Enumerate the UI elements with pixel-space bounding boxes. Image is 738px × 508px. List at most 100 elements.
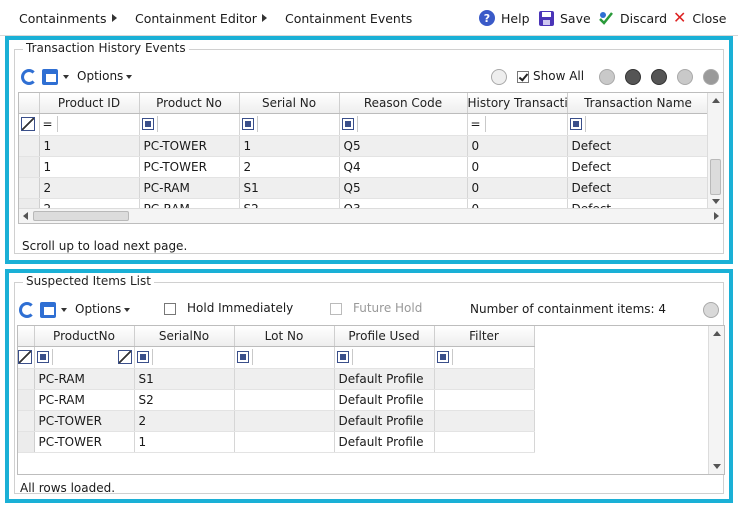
refresh-icon[interactable] [21, 69, 37, 85]
refresh-icon[interactable] [19, 302, 35, 318]
table-row[interactable]: PC-TOWER 1 Default Profile [18, 431, 535, 453]
scroll-left-icon[interactable] [23, 212, 28, 220]
row-selector[interactable] [18, 368, 35, 390]
cell: Defect [567, 135, 710, 157]
row-selector[interactable] [19, 156, 40, 178]
filter-operator-icon[interactable] [241, 118, 254, 130]
scroll-down-icon[interactable] [712, 199, 720, 204]
close-icon: ✕ [673, 8, 687, 27]
discard-icon [598, 10, 614, 26]
table-row[interactable]: PC-TOWER 2 Default Profile [18, 410, 535, 432]
suspected-options-menu[interactable]: Options [75, 302, 130, 316]
grid-settings-dropdown-icon[interactable] [61, 308, 67, 312]
filter-operator-icon[interactable] [136, 351, 149, 363]
vertical-scroll-thumb[interactable] [710, 159, 721, 195]
col-transaction-name[interactable]: Transaction Name [567, 93, 710, 114]
filter-input-product-id[interactable] [56, 116, 58, 132]
col-lot-no[interactable]: Lot No [234, 326, 335, 347]
horizontal-scroll-thumb[interactable] [33, 211, 129, 221]
transaction-horizontal-scrollbar[interactable] [19, 208, 723, 223]
save-button[interactable]: Save [539, 9, 591, 27]
table-row[interactable]: 1 PC-TOWER 1 Q5 0 Defect [19, 135, 710, 157]
col-reason-code[interactable]: Reason Code [339, 93, 468, 114]
clear-filter-icon[interactable] [21, 117, 35, 132]
row-selector[interactable] [18, 410, 35, 432]
col-product-no[interactable]: Product No [139, 93, 240, 114]
cell [234, 431, 335, 453]
row-selector[interactable] [19, 135, 40, 157]
close-button[interactable]: ✕ Close [673, 9, 726, 27]
col-productno[interactable]: ProductNo [34, 326, 135, 347]
scroll-down-icon[interactable] [713, 464, 721, 469]
clear-filter-icon[interactable] [18, 350, 32, 365]
col-history-transaction[interactable]: History Transactio [467, 93, 568, 114]
cell: PC-TOWER [139, 156, 240, 178]
cell [234, 410, 335, 432]
col-product-id[interactable]: Product ID [39, 93, 140, 114]
cell [434, 410, 535, 432]
cell [234, 389, 335, 411]
breadcrumb-containment-editor[interactable]: Containment Editor [135, 11, 257, 26]
column-chooser-icon[interactable] [491, 69, 507, 85]
filter-operator-icon[interactable] [236, 351, 249, 363]
hold-immediately-checkbox[interactable] [164, 303, 176, 315]
table-row[interactable]: PC-RAM S2 Default Profile [18, 389, 535, 411]
filter-input-lot-no[interactable] [251, 349, 253, 365]
copy-icon[interactable] [651, 69, 667, 85]
filter-operator-icon[interactable] [141, 118, 154, 130]
show-all-checkbox[interactable] [517, 71, 529, 83]
suspected-items-grid: ProductNo SerialNo Lot No Profile Used F… [17, 325, 725, 475]
row-selector[interactable] [18, 389, 35, 411]
help-button[interactable]: ? Help [479, 9, 530, 27]
table-row[interactable]: 2 PC-RAM S1 Q5 0 Defect [19, 177, 710, 199]
filter-input-profile-used[interactable] [351, 349, 353, 365]
cell: 0 [467, 177, 568, 199]
save-icon [539, 10, 554, 26]
suspected-vertical-scrollbar[interactable] [708, 326, 724, 474]
scroll-up-icon[interactable] [712, 98, 720, 103]
col-serialno[interactable]: SerialNo [134, 326, 235, 347]
filter-operator-icon[interactable] [569, 118, 582, 130]
filter-operator-icon[interactable] [341, 118, 354, 130]
filter-operator[interactable]: = [470, 117, 482, 131]
cell: PC-TOWER [139, 135, 240, 157]
grid-settings-dropdown-icon[interactable] [63, 75, 69, 79]
cell: PC-TOWER [34, 431, 135, 453]
col-filter[interactable]: Filter [434, 326, 535, 347]
transaction-options-menu[interactable]: Options [77, 69, 132, 83]
filter-input-reason-code[interactable] [356, 116, 358, 132]
cell: 1 [39, 156, 140, 178]
filter-input-serial-no[interactable] [256, 116, 258, 132]
breadcrumb-containments[interactable]: Containments [19, 11, 106, 26]
filter-operator[interactable]: = [42, 117, 54, 131]
transaction-header-row: Product ID Product No Serial No Reason C… [19, 93, 710, 114]
table-row[interactable]: PC-RAM S1 Default Profile [18, 368, 535, 390]
transaction-vertical-scrollbar[interactable] [707, 93, 723, 209]
table-row[interactable]: 1 PC-TOWER 2 Q4 0 Defect [19, 156, 710, 178]
clear-filter-icon[interactable] [117, 350, 132, 364]
filter-input-history-transaction[interactable] [484, 116, 486, 132]
row-selector[interactable] [19, 177, 40, 199]
filter-input-productno[interactable] [51, 349, 118, 365]
cell [434, 368, 535, 390]
remove-icon[interactable] [703, 302, 719, 318]
filter-input-serialno[interactable] [151, 349, 153, 365]
grid-settings-icon[interactable] [42, 69, 58, 85]
history-icon[interactable] [677, 69, 693, 85]
row-selector[interactable] [18, 431, 35, 453]
filter-input-product-no[interactable] [156, 116, 158, 132]
grid-settings-icon[interactable] [40, 302, 56, 318]
filter-input-filter[interactable] [451, 349, 453, 365]
add-icon[interactable] [599, 69, 615, 85]
filter-operator-icon[interactable] [36, 351, 49, 363]
scroll-right-icon[interactable] [714, 212, 719, 220]
add-multiple-icon[interactable] [625, 69, 641, 85]
col-profile-used[interactable]: Profile Used [334, 326, 435, 347]
filter-operator-icon[interactable] [436, 351, 449, 363]
scroll-up-icon[interactable] [713, 331, 721, 336]
discard-button[interactable]: Discard [598, 9, 667, 27]
cell: 1 [39, 135, 140, 157]
col-serial-no[interactable]: Serial No [239, 93, 340, 114]
filter-operator-icon[interactable] [336, 351, 349, 363]
filter-input-transaction-name[interactable] [584, 116, 586, 132]
